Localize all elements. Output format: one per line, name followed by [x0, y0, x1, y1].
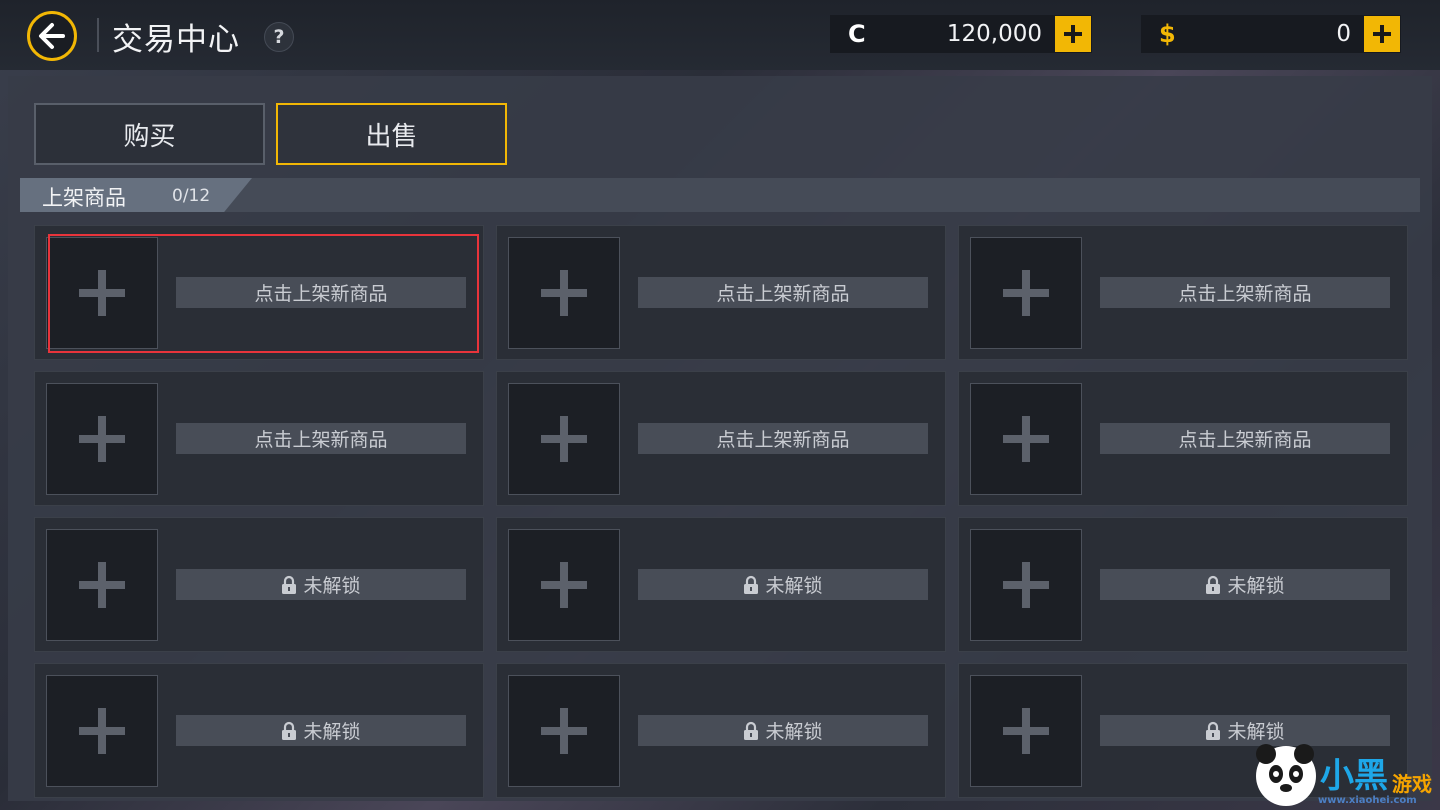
plus-icon	[541, 270, 587, 316]
plus-icon	[79, 270, 125, 316]
dollar-currency-display: $ 0	[1141, 15, 1401, 53]
lock-icon	[744, 721, 759, 740]
slot-label: 点击上架新商品	[176, 423, 466, 454]
slot-label: 未解锁	[1100, 569, 1390, 600]
locked-slot: 未解锁	[496, 663, 946, 798]
page-title: 交易中心	[112, 22, 240, 58]
add-dollar-button[interactable]	[1364, 16, 1400, 52]
watermark-url: www.xiaohei.com	[1318, 795, 1417, 806]
plus-icon	[79, 708, 125, 754]
help-icon[interactable]: ?	[264, 22, 294, 52]
lock-icon	[744, 575, 759, 594]
watermark-subtext: 游戏	[1392, 772, 1432, 796]
plus-icon	[541, 708, 587, 754]
lock-icon	[1206, 575, 1221, 594]
plus-icon	[1003, 708, 1049, 754]
listing-slot[interactable]: 点击上架新商品	[958, 371, 1408, 506]
slot-label-text: 未解锁	[765, 721, 823, 743]
watermark-text: 小黑	[1320, 756, 1388, 796]
lock-icon	[282, 721, 297, 740]
slot-label: 点击上架新商品	[1100, 277, 1390, 308]
slot-label-text: 未解锁	[1227, 575, 1285, 597]
coin-currency-value: 120,000	[946, 21, 1042, 47]
coin-currency-display: C 120,000	[830, 15, 1092, 53]
slot-label: 点击上架新商品	[176, 277, 466, 308]
listing-section-title: 上架商品	[42, 186, 126, 210]
tab-buy[interactable]: 购买	[34, 103, 265, 165]
slot-label: 未解锁	[638, 715, 928, 746]
locked-slot: 未解锁	[958, 517, 1408, 652]
plus-icon	[541, 562, 587, 608]
add-coin-button[interactable]	[1055, 16, 1091, 52]
slot-label-text: 点击上架新商品	[254, 429, 388, 451]
slot-label: 未解锁	[176, 569, 466, 600]
slot-thumbnail	[46, 237, 158, 349]
plus-icon	[1003, 562, 1049, 608]
slot-label: 未解锁	[638, 569, 928, 600]
locked-slot: 未解锁	[34, 663, 484, 798]
plus-icon	[79, 562, 125, 608]
slot-thumbnail	[970, 675, 1082, 787]
lock-icon	[1206, 721, 1221, 740]
locked-slot: 未解锁	[496, 517, 946, 652]
listing-slot[interactable]: 点击上架新商品	[496, 225, 946, 360]
slot-label: 点击上架新商品	[638, 277, 928, 308]
slot-thumbnail	[970, 237, 1082, 349]
slot-thumbnail	[46, 383, 158, 495]
listing-slot[interactable]: 点击上架新商品	[34, 225, 484, 360]
locked-slot: 未解锁	[34, 517, 484, 652]
top-bar: 交易中心 ? C 120,000 $ 0	[0, 0, 1440, 70]
slot-thumbnail	[508, 529, 620, 641]
slot-thumbnail	[46, 529, 158, 641]
slot-label: 点击上架新商品	[1100, 423, 1390, 454]
plus-icon	[1003, 416, 1049, 462]
slot-label-text: 点击上架新商品	[716, 283, 850, 305]
plus-icon	[541, 416, 587, 462]
listing-slot[interactable]: 点击上架新商品	[496, 371, 946, 506]
slot-label-text: 点击上架新商品	[716, 429, 850, 451]
plus-icon	[1003, 270, 1049, 316]
slot-thumbnail	[46, 675, 158, 787]
dollar-currency-value: 0	[1336, 21, 1351, 47]
slot-label-text: 未解锁	[303, 721, 361, 743]
dollar-currency-symbol: $	[1159, 20, 1176, 48]
listing-count: 0/12	[172, 186, 211, 206]
slot-thumbnail	[508, 237, 620, 349]
slot-thumbnail	[970, 383, 1082, 495]
plus-icon	[1373, 25, 1391, 43]
back-arrow-icon	[39, 23, 65, 49]
slot-label: 点击上架新商品	[638, 423, 928, 454]
slot-thumbnail	[508, 675, 620, 787]
back-button[interactable]	[27, 11, 77, 61]
slot-label-text: 点击上架新商品	[1178, 283, 1312, 305]
coin-currency-symbol: C	[848, 20, 866, 48]
slot-thumbnail	[970, 529, 1082, 641]
listing-slot[interactable]: 点击上架新商品	[34, 371, 484, 506]
listing-slot[interactable]: 点击上架新商品	[958, 225, 1408, 360]
lock-icon	[282, 575, 297, 594]
slot-thumbnail	[508, 383, 620, 495]
slot-label-text: 点击上架新商品	[254, 283, 388, 305]
slot-label: 未解锁	[176, 715, 466, 746]
slot-label-text: 未解锁	[765, 575, 823, 597]
tab-sell[interactable]: 出售	[276, 103, 507, 165]
header-divider	[97, 18, 99, 52]
plus-icon	[79, 416, 125, 462]
slot-label-text: 未解锁	[303, 575, 361, 597]
slot-label-text: 点击上架新商品	[1178, 429, 1312, 451]
plus-icon	[1064, 25, 1082, 43]
